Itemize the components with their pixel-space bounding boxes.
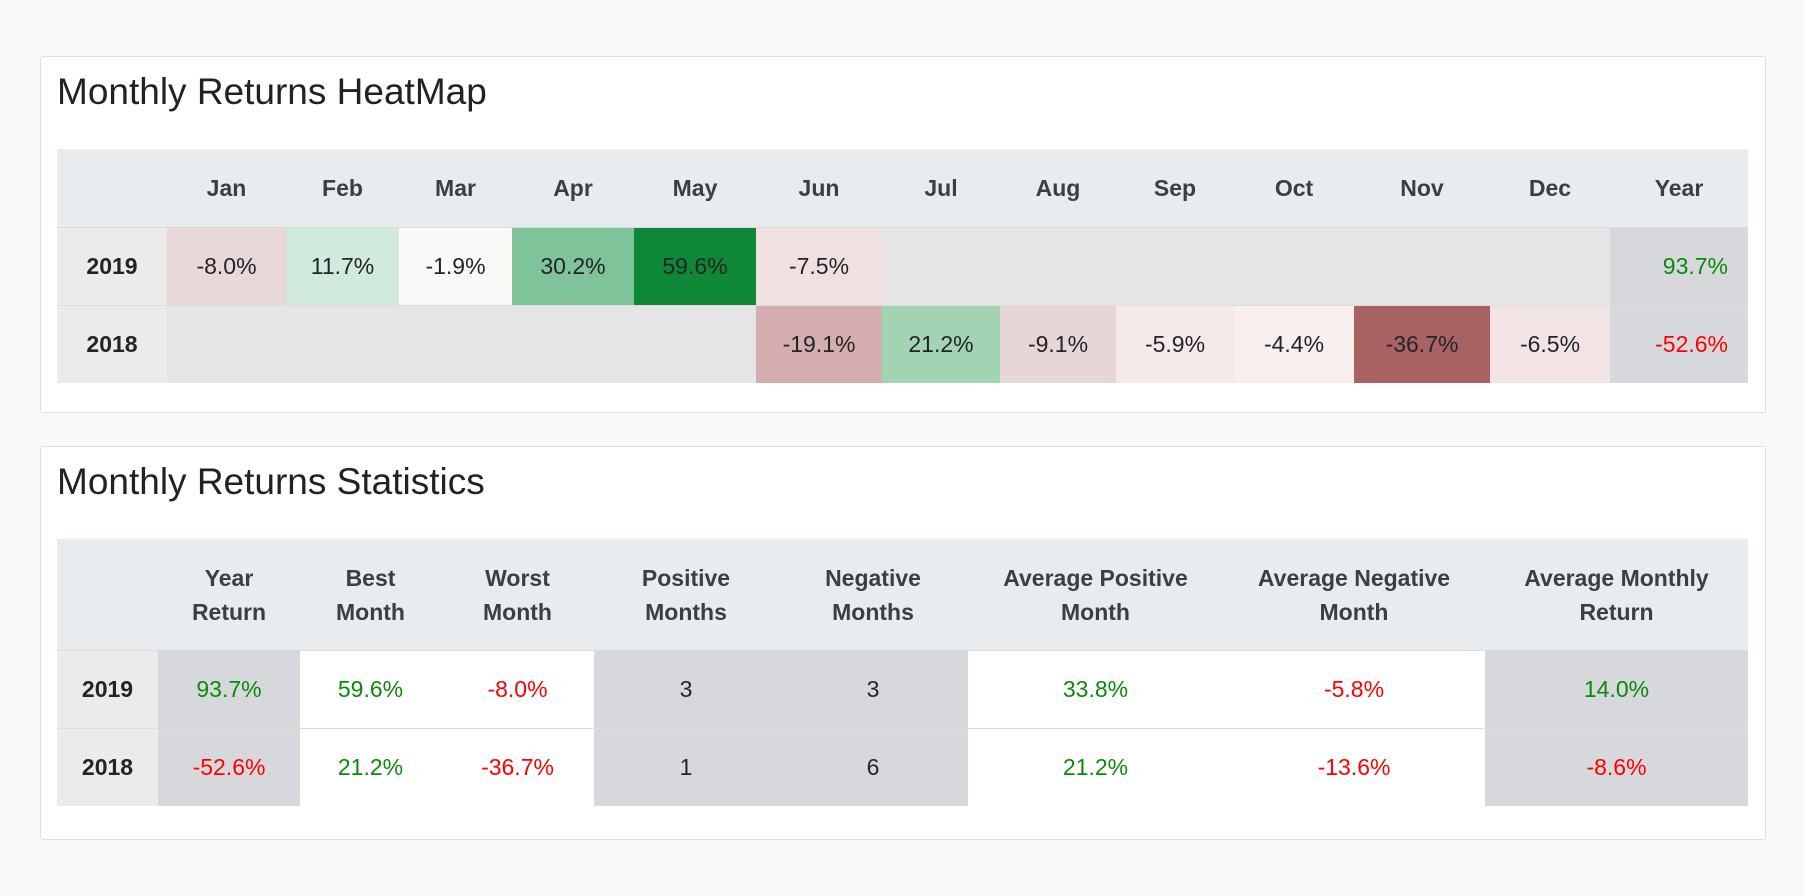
- statistics-cell: -36.7%: [441, 728, 594, 806]
- heatmap-cell: [1234, 227, 1354, 306]
- statistics-cell: 21.2%: [968, 728, 1223, 806]
- statistics-row-year: 2018: [57, 728, 158, 806]
- statistics-cell: -13.6%: [1223, 728, 1485, 806]
- statistics-cell: 3: [778, 650, 968, 729]
- heatmap-cell: [512, 305, 634, 383]
- statistics-cell: 1: [594, 728, 778, 806]
- statistics-row-year: 2019: [57, 650, 158, 729]
- statistics-header-line: Month: [1061, 598, 1130, 625]
- statistics-row: 2019 93.7% 59.6% -8.0% 3 3 33.8% -5.8% 14.0%: [57, 650, 1748, 729]
- statistics-column-header: Best Month: [300, 539, 441, 651]
- heatmap-month-header: Feb: [286, 149, 399, 228]
- heatmap-month-header: Jul: [882, 149, 1000, 228]
- heatmap-cell: -9.1%: [1000, 305, 1116, 383]
- heatmap-cell: [1490, 227, 1610, 306]
- heatmap-month-header: Sep: [1116, 149, 1234, 228]
- heatmap-cell: 11.7%: [286, 227, 399, 306]
- statistics-table: Year Return Best Month Worst Month Positive Mon…: [57, 539, 1748, 806]
- statistics-column-header: Negative Months: [778, 539, 968, 651]
- heatmap-month-header: Mar: [399, 149, 512, 228]
- heatmap-month-header: May: [634, 149, 756, 228]
- statistics-header-line: Negative: [825, 564, 921, 591]
- heatmap-month-header: Apr: [512, 149, 634, 228]
- heatmap-cell: -8.0%: [167, 227, 286, 306]
- heatmap-table: Jan Feb Mar Apr May Jun Jul Aug Sep Oct …: [57, 149, 1748, 383]
- statistics-header-line: Year: [204, 564, 254, 591]
- statistics-header-line: Month: [1319, 598, 1389, 625]
- statistics-column-header: Worst Month: [441, 539, 594, 651]
- heatmap-row-year: 2018: [57, 305, 167, 383]
- statistics-cell: 6: [778, 728, 968, 806]
- statistics-title: Monthly Returns Statistics: [57, 461, 485, 502]
- statistics-header-line: Months: [645, 598, 727, 625]
- heatmap-cell: [167, 305, 286, 383]
- statistics-header-line: Average Negative: [1257, 564, 1451, 591]
- heatmap-cell: [1000, 227, 1116, 306]
- statistics-cell: 93.7%: [158, 650, 300, 729]
- statistics-cell: -5.8%: [1223, 650, 1485, 729]
- heatmap-cell: [882, 227, 1000, 306]
- statistics-header-line: Worst: [485, 564, 550, 591]
- heatmap-cell: -7.5%: [756, 227, 882, 306]
- heatmap-cell: [1354, 227, 1490, 306]
- heatmap-year-return: 93.7%: [1610, 227, 1748, 306]
- statistics-header-line: Average Monthly: [1524, 564, 1709, 591]
- statistics-corner-header: [57, 539, 158, 651]
- heatmap-month-header: Nov: [1354, 149, 1490, 228]
- heatmap-year-header: Year: [1610, 149, 1748, 228]
- statistics-header-line: Average Positive: [1003, 564, 1188, 591]
- heatmap-card: Monthly Returns HeatMap Jan Feb Mar Apr …: [40, 56, 1766, 413]
- statistics-cell: -8.6%: [1485, 728, 1748, 806]
- heatmap-cell: 59.6%: [634, 227, 756, 306]
- heatmap-row: 2018 -19.1% 21.2% -9.1% -5.9% -4.4% -36.7% -6.5…: [57, 305, 1748, 383]
- heatmap-cell: [1116, 227, 1234, 306]
- statistics-header-line: Positive: [641, 564, 731, 591]
- statistics-cell: -52.6%: [158, 728, 300, 806]
- statistics-card: Monthly Returns Statistics Year Return Bes…: [40, 446, 1766, 840]
- heatmap-month-header: Jan: [167, 149, 286, 228]
- statistics-header-line: Month: [483, 598, 552, 625]
- heatmap-cell: [399, 305, 512, 383]
- statistics-cell: 59.6%: [300, 650, 441, 729]
- heatmap-row: 2019 -8.0% 11.7% -1.9% 30.2% 59.6% -7.5% 93.7%: [57, 227, 1748, 306]
- statistics-header-line: Best: [345, 564, 396, 591]
- heatmap-cell: 30.2%: [512, 227, 634, 306]
- heatmap-row-year: 2019: [57, 227, 167, 306]
- statistics-header-row: Year Return Best Month Worst Month Positive Mon…: [57, 539, 1748, 651]
- heatmap-corner-header: [57, 149, 167, 228]
- heatmap-cell: -19.1%: [756, 305, 882, 383]
- heatmap-cell: -4.4%: [1234, 305, 1354, 383]
- heatmap-cell: [286, 305, 399, 383]
- heatmap-header-row: Jan Feb Mar Apr May Jun Jul Aug Sep Oct …: [57, 149, 1748, 228]
- heatmap-cell: [634, 305, 756, 383]
- heatmap-month-header: Oct: [1234, 149, 1354, 228]
- statistics-column-header: Average Positive Month: [968, 539, 1223, 651]
- heatmap-cell: 21.2%: [882, 305, 1000, 383]
- heatmap-month-header: Jun: [756, 149, 882, 228]
- heatmap-cell: -5.9%: [1116, 305, 1234, 383]
- statistics-header-line: Months: [832, 598, 914, 625]
- heatmap-cell: -1.9%: [399, 227, 512, 306]
- statistics-column-header: Positive Months: [594, 539, 778, 651]
- statistics-cell: 14.0%: [1485, 650, 1748, 729]
- statistics-column-header: Year Return: [158, 539, 300, 651]
- heatmap-month-header: Aug: [1000, 149, 1116, 228]
- statistics-cell: 33.8%: [968, 650, 1223, 729]
- statistics-header-line: Return: [191, 598, 267, 625]
- heatmap-cell: -36.7%: [1354, 305, 1490, 383]
- heatmap-year-return: -52.6%: [1610, 305, 1748, 383]
- statistics-cell: 21.2%: [300, 728, 441, 806]
- statistics-header-line: Month: [336, 598, 405, 625]
- statistics-column-header: Average Negative Month: [1223, 539, 1485, 651]
- statistics-cell: -8.0%: [441, 650, 594, 729]
- statistics-header-line: Return: [1579, 598, 1654, 625]
- statistics-column-header: Average Monthly Return: [1485, 539, 1748, 651]
- statistics-cell: 3: [594, 650, 778, 729]
- heatmap-title: Monthly Returns HeatMap: [57, 71, 487, 112]
- statistics-row: 2018 -52.6% 21.2% -36.7% 1 6 21.2% -13.6% -8.6%: [57, 728, 1748, 806]
- heatmap-month-header: Dec: [1490, 149, 1610, 228]
- heatmap-cell: -6.5%: [1490, 305, 1610, 383]
